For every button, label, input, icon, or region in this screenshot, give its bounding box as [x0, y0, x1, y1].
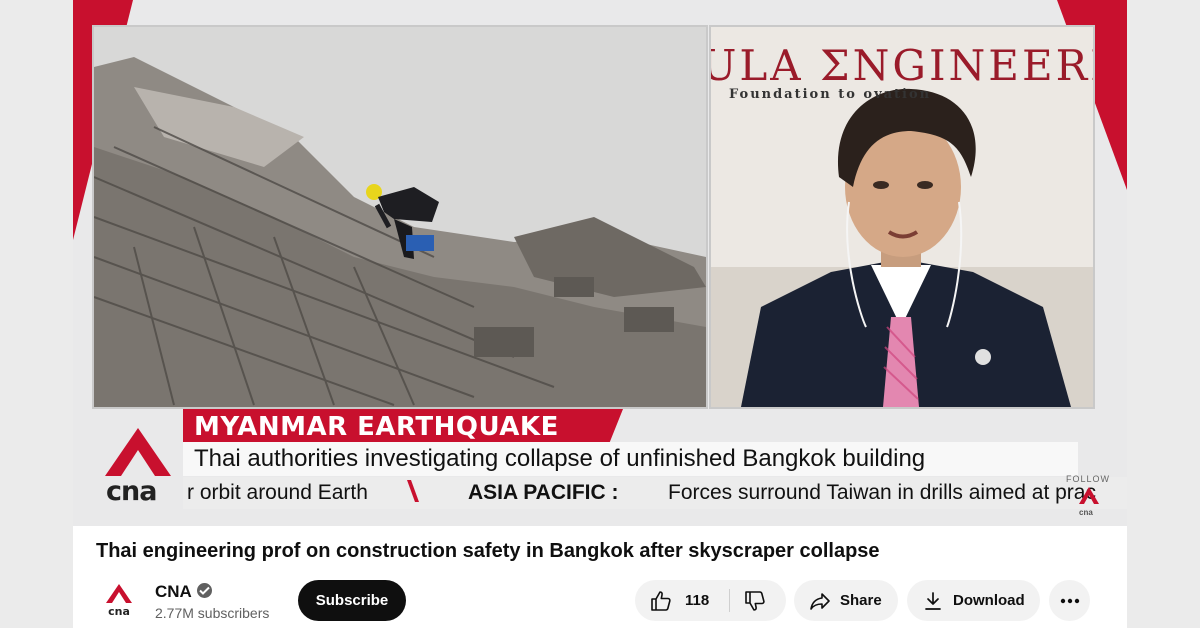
subscribe-button[interactable]: Subscribe [298, 580, 406, 621]
channel-avatar-text: cna [108, 605, 130, 617]
ticker-separator [406, 480, 420, 502]
channel-name[interactable]: CNA [155, 582, 192, 602]
more-actions-button[interactable] [1049, 580, 1090, 621]
thumbs-down-icon[interactable] [743, 589, 767, 613]
subheadline-text: Thai authorities investigating collapse … [194, 445, 926, 472]
channel-avatar[interactable]: cna [105, 583, 133, 617]
share-icon [810, 592, 830, 610]
more-horizontal-icon [1060, 598, 1079, 603]
youtube-watch-page: ULA ƩNGINEERIN Foundation to ovation cna… [73, 0, 1127, 628]
video-player[interactable]: ULA ƩNGINEERIN Foundation to ovation cna… [73, 0, 1127, 526]
download-icon [925, 591, 941, 610]
like-count: 118 [685, 592, 710, 609]
like-divider [729, 589, 730, 612]
ticker-item-current: Forces surround Taiwan in drills aimed a… [668, 481, 1096, 504]
backdrop-sign-title: ULA ƩNGINEERIN [709, 41, 1093, 90]
interviewee-panel: ULA ƩNGINEERIN Foundation to ovation [709, 25, 1095, 409]
verified-check-icon [197, 583, 212, 598]
follow-logo-text: cna [1079, 508, 1093, 517]
headline-text: MYANMAR EARTHQUAKE [194, 412, 559, 442]
news-ticker: r orbit around Earth ASIA PACIFIC : Forc… [183, 477, 1127, 509]
thumbs-up-icon [651, 590, 671, 611]
download-button[interactable]: Download [907, 580, 1040, 621]
ticker-item-previous: r orbit around Earth [187, 481, 368, 504]
download-label: Download [953, 592, 1025, 609]
share-label: Share [840, 592, 882, 609]
video-title: Thai engineering prof on construction sa… [96, 540, 880, 562]
subscriber-count: 2.77M subscribers [155, 605, 270, 621]
rubble-footage-panel [92, 25, 708, 409]
cna-logo-text: cna [106, 476, 157, 507]
like-dislike-group: 118 [635, 580, 786, 621]
ticker-category: ASIA PACIFIC : [468, 481, 619, 504]
backdrop-sign-subtitle: Foundation to ovation [729, 87, 932, 102]
like-button[interactable]: 118 [635, 580, 729, 621]
collapsed-building-image [94, 27, 706, 407]
follow-label: FOLLOW [1066, 474, 1111, 484]
share-button[interactable]: Share [794, 580, 898, 621]
